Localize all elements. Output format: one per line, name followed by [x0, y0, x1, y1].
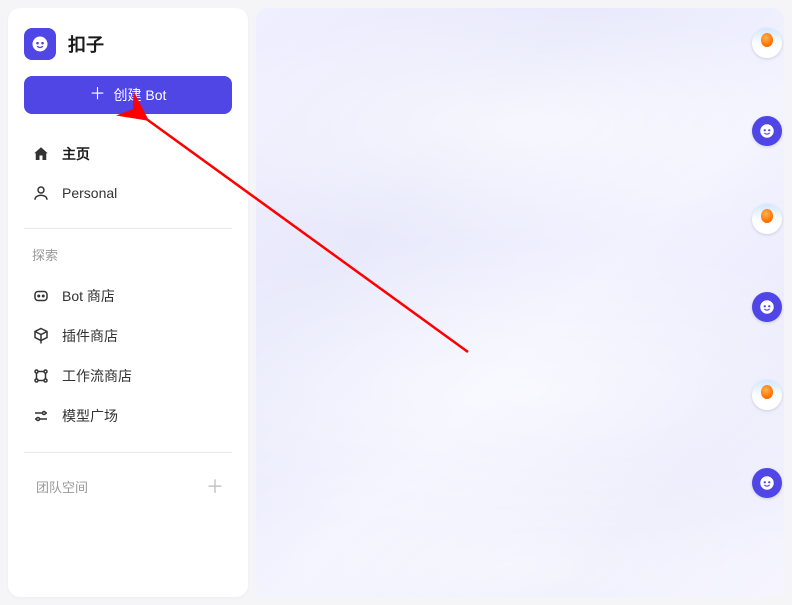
floating-avatar-column: [752, 28, 782, 498]
divider: [24, 228, 232, 229]
user-avatar-icon[interactable]: [752, 204, 782, 234]
sidebar-item-home[interactable]: 主页: [24, 134, 232, 174]
home-icon: [32, 145, 50, 163]
user-avatar-icon[interactable]: [752, 380, 782, 410]
sidebar-item-plugin-store[interactable]: 插件商店: [24, 316, 232, 356]
main-content: [256, 8, 784, 597]
sidebar-item-label: 主页: [62, 144, 90, 164]
brand-logo-icon: [24, 28, 56, 60]
create-bot-button[interactable]: ＋ 创建 Bot: [24, 76, 232, 114]
explore-section-title: 探索: [24, 245, 232, 276]
team-space-section: 团队空间 ＋: [24, 469, 232, 503]
sidebar-item-workflow-store[interactable]: 工作流商店: [24, 356, 232, 396]
user-icon: [32, 184, 50, 202]
sidebar-item-label: 工作流商店: [62, 366, 132, 386]
sidebar-item-label: 插件商店: [62, 326, 118, 346]
add-team-space-button[interactable]: ＋: [202, 469, 228, 503]
cube-icon: [32, 327, 50, 345]
sidebar-item-label: 模型广场: [62, 406, 118, 426]
bot-avatar-icon[interactable]: [752, 116, 782, 146]
app-root: 扣子 ＋ 创建 Bot 主页 Personal 探索 Bot 商店: [0, 0, 792, 605]
workflow-icon: [32, 367, 50, 385]
bot-face-icon: [32, 287, 50, 305]
sidebar-item-personal[interactable]: Personal: [24, 174, 232, 212]
brand: 扣子: [24, 24, 232, 76]
sidebar-item-bot-store[interactable]: Bot 商店: [24, 276, 232, 316]
brand-name: 扣子: [68, 31, 104, 57]
create-bot-label: 创建 Bot: [114, 85, 167, 105]
sidebar-item-model-plaza[interactable]: 模型广场: [24, 396, 232, 436]
bot-avatar-icon[interactable]: [752, 292, 782, 322]
sidebar-item-label: Personal: [62, 185, 117, 201]
sidebar-item-label: Bot 商店: [62, 286, 115, 306]
divider: [24, 452, 232, 453]
plus-icon: ＋: [90, 87, 106, 103]
team-space-title: 团队空间: [28, 477, 88, 496]
user-avatar-icon[interactable]: [752, 28, 782, 58]
sliders-icon: [32, 407, 50, 425]
sidebar: 扣子 ＋ 创建 Bot 主页 Personal 探索 Bot 商店: [8, 8, 248, 597]
bot-avatar-icon[interactable]: [752, 468, 782, 498]
